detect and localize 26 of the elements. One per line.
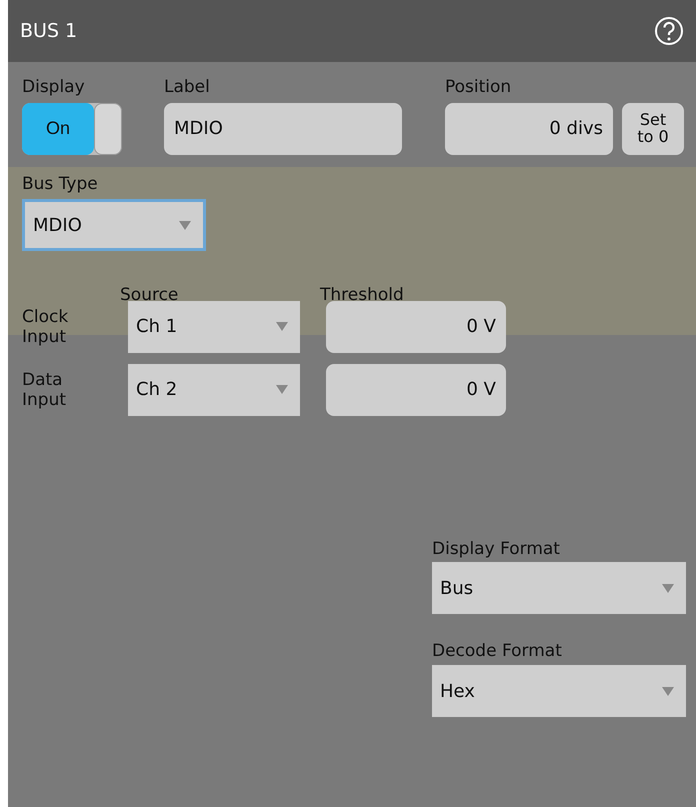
threshold-field[interactable]: 0 V [326,364,506,416]
position-label: Position [445,78,512,97]
caret-icon [662,584,674,593]
help-icon[interactable] [654,16,684,46]
panel-title: BUS 1 [20,20,78,42]
caret-icon [276,385,288,394]
input-label: Data Input [22,370,66,410]
display-format-label: Display Format [432,540,561,558]
input-label: Clock Input [22,307,68,347]
position-field[interactable]: 0 divs [445,102,613,155]
display-toggle[interactable]: On [22,102,122,155]
caret-icon [179,220,191,230]
label-field[interactable]: MDIO [164,102,402,155]
set-to-zero-button[interactable]: Set to 0 [622,102,684,155]
display-label: Display [22,78,86,97]
bus-type-dropdown[interactable]: MDIO [22,199,206,252]
decode-format-label: Decode Format [432,642,563,662]
source-dropdown[interactable]: Ch 1 [128,300,300,353]
display-format-dropdown[interactable]: Bus [432,562,686,614]
caret-icon [276,322,288,332]
threshold-field[interactable]: 0 V [326,300,506,353]
caret-icon [662,686,674,696]
decode-format-dropdown[interactable]: Hex [432,665,686,718]
label-heading: Label [164,78,211,97]
source-dropdown[interactable]: Ch 2 [128,364,300,416]
bus-type-label: Bus Type [22,174,99,194]
